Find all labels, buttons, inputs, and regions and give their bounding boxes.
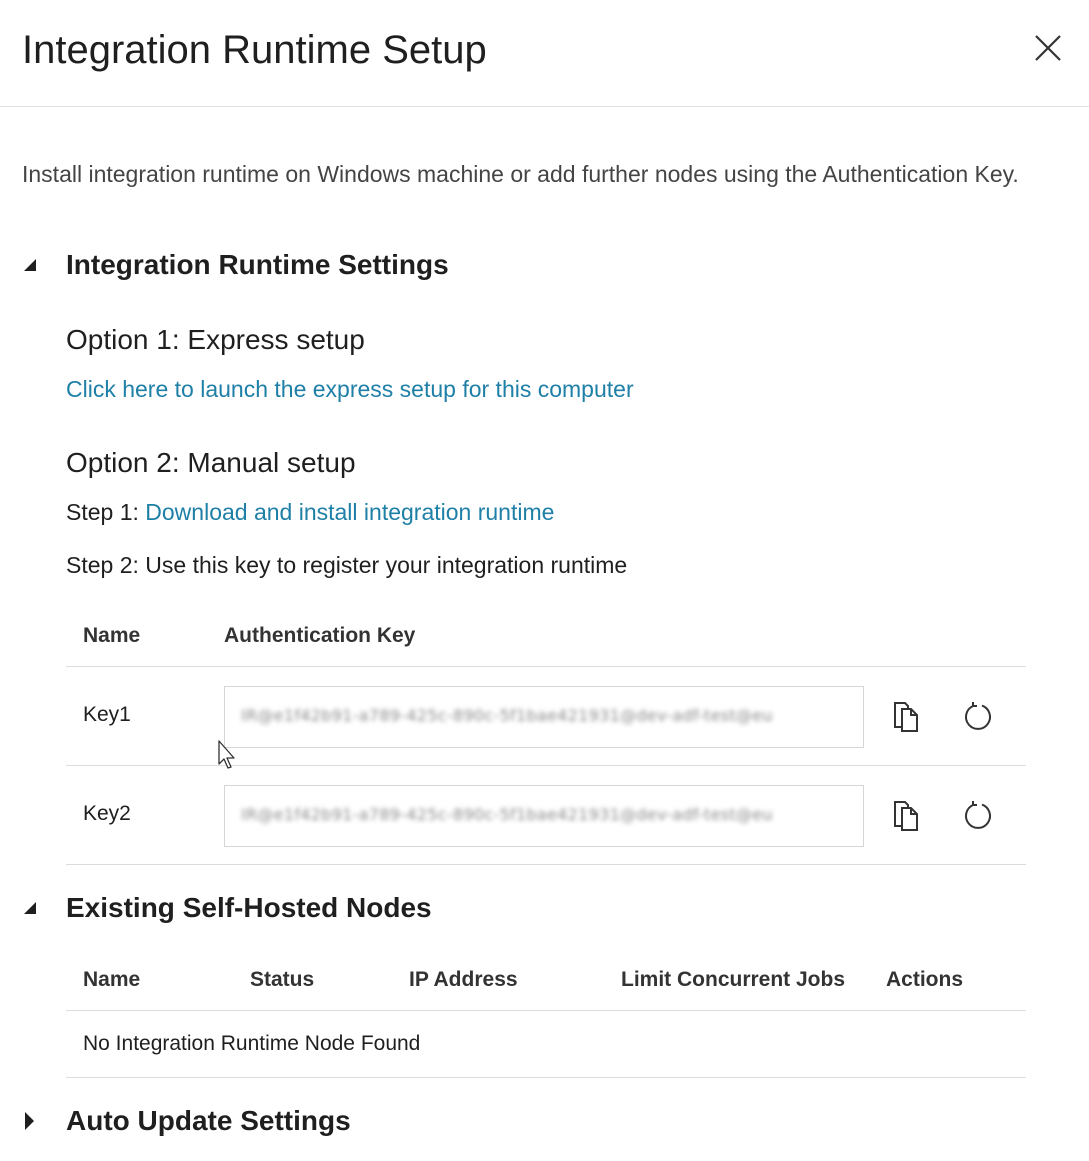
section-auto-update-settings[interactable]: Auto Update Settings [22,1101,351,1141]
caret-down-icon [22,245,66,285]
copy-key2-button[interactable] [886,796,926,836]
dialog-description: Install integration runtime on Windows m… [22,161,1019,187]
close-icon [1035,35,1061,61]
section-title: Existing Self-Hosted Nodes [66,892,432,923]
column-header-name: Name [83,968,141,991]
column-header-limit-concurrent-jobs: Limit Concurrent Jobs [621,968,846,991]
key-row: Key1 IR@e1f42b91-a789-425c-890c-5f1bae42… [66,667,1026,766]
option1-title: Option 1: Express setup [66,324,365,355]
column-header-authentication-key: Authentication Key [224,624,416,647]
nodes-table-header: Name Status IP Address Limit Concurrent … [66,950,1026,1011]
section-title: Integration Runtime Settings [66,249,449,280]
key2-value: IR@e1f42b91-a789-425c-890c-5f1bae421931@… [241,805,773,824]
section-title: Auto Update Settings [66,1105,351,1136]
step1-prefix: Step 1: [66,499,146,525]
section-integration-runtime-settings[interactable]: Integration Runtime Settings [22,245,449,285]
mouse-cursor-icon [218,740,240,770]
dialog-title: Integration Runtime Setup [22,28,487,72]
close-button[interactable] [1028,28,1068,68]
keys-table-header: Name Authentication Key [66,606,1026,667]
refresh-icon [965,801,991,829]
key1-input[interactable]: IR@e1f42b91-a789-425c-890c-5f1bae421931@… [224,686,864,748]
column-header-ip-address: IP Address [409,968,518,991]
dialog-header: Integration Runtime Setup [0,0,1089,107]
copy-icon [894,801,918,831]
step2-text: Step 2: Use this key to register your in… [66,552,628,578]
key2-input[interactable]: IR@e1f42b91-a789-425c-890c-5f1bae421931@… [224,785,864,847]
key-name: Key2 [83,802,131,825]
column-header-status: Status [250,968,315,991]
copy-icon [894,702,918,732]
empty-message: No Integration Runtime Node Found [83,1032,421,1055]
caret-right-icon [22,1101,66,1141]
column-header-actions: Actions [886,968,964,991]
regenerate-key1-button[interactable] [958,697,998,737]
nodes-empty-row: No Integration Runtime Node Found [66,1011,1026,1078]
key-name: Key1 [83,703,131,726]
refresh-icon [965,702,991,730]
key1-value: IR@e1f42b91-a789-425c-890c-5f1bae421931@… [241,706,773,725]
section-existing-self-hosted-nodes[interactable]: Existing Self-Hosted Nodes [22,888,432,928]
express-setup-link[interactable]: Click here to launch the express setup f… [66,376,634,402]
download-runtime-link[interactable]: Download and install integration runtime [145,499,554,525]
key-row: Key2 IR@e1f42b91-a789-425c-890c-5f1bae42… [66,766,1026,865]
option2-title: Option 2: Manual setup [66,447,356,478]
regenerate-key2-button[interactable] [958,796,998,836]
copy-key1-button[interactable] [886,697,926,737]
step1-line: Step 1: Download and install integration… [66,499,554,526]
caret-down-icon [22,888,66,928]
column-header-name: Name [83,624,141,647]
